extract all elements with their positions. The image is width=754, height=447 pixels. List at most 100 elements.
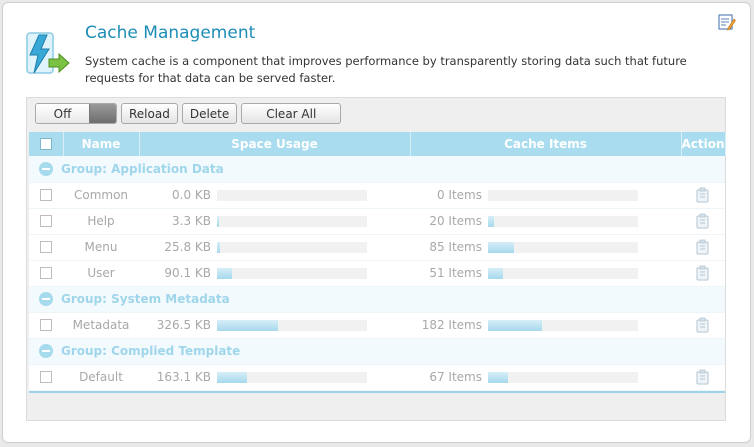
space-usage-cell: 163.1 KB xyxy=(139,364,410,391)
cache-items-bar xyxy=(488,241,638,253)
delete-button[interactable]: Delete xyxy=(181,103,238,124)
cache-items-value: 20 Items xyxy=(429,214,482,228)
space-usage-value: 0.0 KB xyxy=(172,188,211,202)
cache-items-bar xyxy=(488,215,638,227)
collapse-minus-icon[interactable] xyxy=(39,162,53,176)
space-usage-fill xyxy=(217,241,220,253)
clear-cache-icon[interactable] xyxy=(695,369,711,385)
space-usage-bar xyxy=(217,319,367,331)
page-title: Cache Management xyxy=(85,23,256,43)
cache-items-bar xyxy=(488,267,638,279)
space-usage-fill xyxy=(217,267,232,279)
column-header-action: Action xyxy=(681,132,726,156)
select-all-checkbox[interactable] xyxy=(39,138,52,150)
clear-cache-icon[interactable] xyxy=(695,239,711,255)
page-description: System cache is a component that improve… xyxy=(85,54,687,85)
cache-items-cell: 51 Items xyxy=(410,260,681,287)
cache-items-value: 51 Items xyxy=(429,266,482,280)
space-usage-bar xyxy=(217,267,367,279)
space-usage-cell: 25.8 KB xyxy=(139,234,410,261)
clear-cache-icon[interactable] xyxy=(695,213,711,229)
space-usage-value: 25.8 KB xyxy=(164,240,211,254)
row-select-cell xyxy=(29,208,63,235)
row-checkbox[interactable] xyxy=(40,241,52,253)
space-usage-cell: 3.3 KB xyxy=(139,208,410,235)
edit-notes-icon[interactable] xyxy=(718,13,736,31)
row-checkbox[interactable] xyxy=(40,371,52,383)
collapse-minus-icon[interactable] xyxy=(39,292,53,307)
table-row[interactable]: Help 3.3 KB 20 Items xyxy=(29,208,725,235)
cache-toggle-switch[interactable]: Off xyxy=(35,103,117,124)
action-cell xyxy=(681,260,725,287)
cache-name: User xyxy=(63,260,139,287)
row-checkbox[interactable] xyxy=(40,189,52,201)
cache-items-bar xyxy=(488,189,638,201)
cache-name: Menu xyxy=(63,234,139,261)
action-cell xyxy=(681,182,725,209)
cache-panel: Off Reload Delete Clear All Name Space U… xyxy=(26,97,726,421)
row-select-cell xyxy=(29,182,63,209)
reload-button[interactable]: Reload xyxy=(121,103,178,124)
cache-items-value: 0 Items xyxy=(436,188,482,202)
group-label: Group: Application Data xyxy=(61,161,224,176)
space-usage-fill xyxy=(217,215,219,227)
space-usage-fill xyxy=(217,319,278,331)
group-row[interactable]: Group: System Metadata xyxy=(29,286,725,313)
action-cell xyxy=(681,234,725,261)
cache-items-value: 182 Items xyxy=(421,318,482,332)
cache-items-fill xyxy=(488,319,542,331)
space-usage-cell: 90.1 KB xyxy=(139,260,410,287)
space-usage-cell: 0.0 KB xyxy=(139,182,410,209)
space-usage-bar xyxy=(217,215,367,227)
cache-name: Default xyxy=(63,364,139,391)
clear-cache-icon[interactable] xyxy=(695,187,711,203)
space-usage-bar xyxy=(217,371,367,383)
space-usage-cell: 326.5 KB xyxy=(139,312,410,339)
cache-items-fill xyxy=(488,241,514,253)
group-label: Group: Complied Template xyxy=(61,343,241,358)
row-select-cell xyxy=(29,234,63,261)
row-select-cell xyxy=(29,312,63,339)
cache-items-cell: 20 Items xyxy=(410,208,681,235)
space-usage-bar xyxy=(217,241,367,253)
cache-name: Metadata xyxy=(63,312,139,339)
row-checkbox[interactable] xyxy=(40,267,52,279)
row-select-cell xyxy=(29,364,63,391)
table-row[interactable]: Default 163.1 KB 67 Items xyxy=(29,364,725,391)
table-row[interactable]: Metadata 326.5 KB 182 Items xyxy=(29,312,725,339)
cache-items-value: 85 Items xyxy=(429,240,482,254)
cache-items-bar xyxy=(488,371,638,383)
row-checkbox[interactable] xyxy=(40,319,52,331)
table-row[interactable]: Common 0.0 KB 0 Items xyxy=(29,182,725,209)
table-row[interactable]: Menu 25.8 KB 85 Items xyxy=(29,234,725,261)
space-usage-value: 163.1 KB xyxy=(156,370,211,384)
toolbar: Off Reload Delete Clear All xyxy=(35,103,342,125)
table-header-row: Name Space Usage Cache Items Action xyxy=(29,132,726,156)
cache-items-cell: 0 Items xyxy=(410,182,681,209)
cache-items-fill xyxy=(488,267,503,279)
clear-cache-icon[interactable] xyxy=(695,265,711,281)
row-checkbox[interactable] xyxy=(40,215,52,227)
space-usage-value: 90.1 KB xyxy=(164,266,211,280)
table-row[interactable]: User 90.1 KB 51 Items xyxy=(29,260,725,287)
cache-management-window: Cache Management System cache is a compo… xyxy=(2,2,751,443)
action-cell xyxy=(681,312,725,339)
clear-cache-icon[interactable] xyxy=(695,317,711,333)
cache-items-value: 67 Items xyxy=(429,370,482,384)
space-usage-value: 3.3 KB xyxy=(172,214,211,228)
group-row[interactable]: Group: Complied Template xyxy=(29,338,725,365)
cache-items-bar xyxy=(488,319,638,331)
cache-items-cell: 67 Items xyxy=(410,364,681,391)
column-header-name[interactable]: Name xyxy=(63,132,140,156)
cache-items-cell: 85 Items xyxy=(410,234,681,261)
group-cell: Group: Complied Template xyxy=(29,338,725,365)
column-header-cache-items[interactable]: Cache Items xyxy=(410,132,682,156)
cache-items-fill xyxy=(488,215,494,227)
cache-items-fill xyxy=(488,371,508,383)
collapse-minus-icon[interactable] xyxy=(39,344,53,359)
column-header-space-usage[interactable]: Space Usage xyxy=(139,132,411,156)
cache-items-cell: 182 Items xyxy=(410,312,681,339)
group-row[interactable]: Group: Application Data xyxy=(29,156,725,183)
toggle-knob[interactable] xyxy=(89,104,116,123)
clear-all-button[interactable]: Clear All xyxy=(241,103,342,124)
